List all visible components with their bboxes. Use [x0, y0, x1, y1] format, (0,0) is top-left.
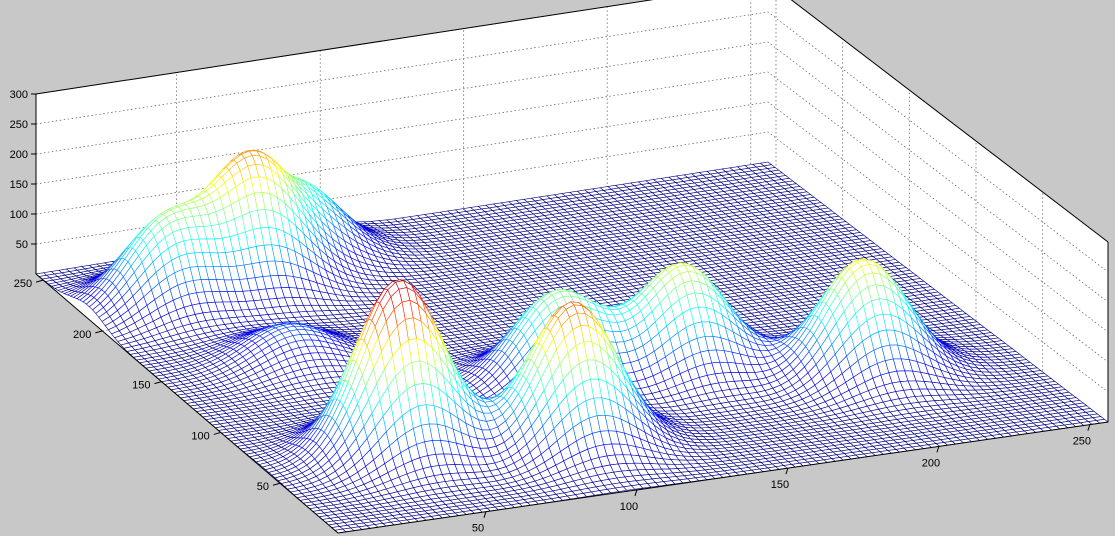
- surface-plot: 5010015020025050100150200250501001502002…: [10, 0, 1109, 535]
